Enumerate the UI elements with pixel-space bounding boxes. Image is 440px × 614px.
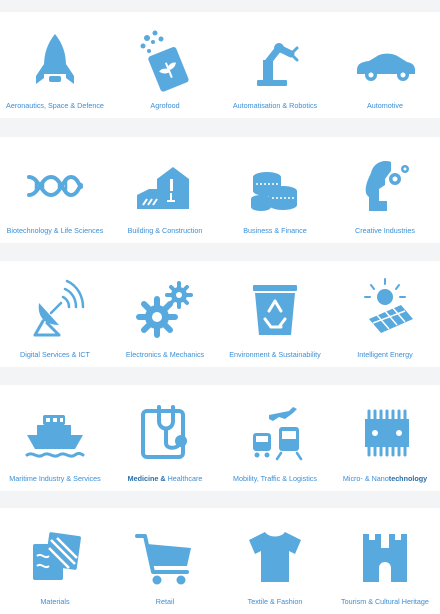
- sector-row-5: Materials Retail Textile & Fashion Touri…: [0, 508, 440, 614]
- rocket-icon: [36, 34, 74, 84]
- castle-icon: [363, 534, 407, 582]
- ship-icon: [25, 415, 85, 458]
- car-icon: [357, 53, 415, 81]
- head-gears-icon: [365, 161, 409, 211]
- sector-label: Creative Industries: [355, 226, 415, 235]
- sector-label: Micro- & Nanotechnology: [342, 474, 428, 483]
- dna-icon: [27, 175, 83, 197]
- sector-row-1: Aeronautics, Space & Defence Agrofood Au…: [0, 12, 440, 118]
- sector-label: Digital Services & ICT: [20, 350, 90, 359]
- solar-panel-icon: [364, 278, 413, 333]
- sector-grid: Aeronautics, Space & Defence Agrofood Au…: [0, 0, 440, 614]
- sector-tile-automotive[interactable]: Automotive: [330, 12, 440, 118]
- stethoscope-icon: [141, 405, 187, 459]
- plane-bus-train-icon: [253, 407, 303, 461]
- sector-tile-biotechnology[interactable]: Biotechnology & Life Sciences: [0, 137, 110, 243]
- tshirt-icon: [249, 532, 301, 582]
- sector-tile-retail[interactable]: Retail: [110, 508, 220, 614]
- sector-label: Business & Finance: [243, 226, 307, 235]
- sector-label: Automatisation & Robotics: [232, 101, 318, 110]
- sector-label: Aeronautics, Space & Defence: [6, 101, 104, 110]
- chip-icon: [365, 409, 409, 457]
- sector-label: Electronics & Mechanics: [125, 350, 205, 359]
- gears-icon: [136, 281, 193, 338]
- sector-label: Environment & Sustainability: [229, 350, 321, 359]
- sector-tile-textile[interactable]: Textile & Fashion: [220, 508, 330, 614]
- recycle-bin-icon: [253, 285, 297, 335]
- sector-tile-maritime[interactable]: Maritime Industry & Services: [0, 385, 110, 491]
- sector-label: Medicine & Healthcare: [127, 474, 203, 483]
- sector-label: Maritime Industry & Services: [9, 474, 101, 483]
- shopping-cart-icon: [135, 534, 191, 585]
- robot-arm-icon: [257, 43, 299, 86]
- sector-label: Textile & Fashion: [247, 597, 303, 606]
- sector-tile-materials[interactable]: Materials: [0, 508, 110, 614]
- satellite-dish-icon: [33, 279, 85, 337]
- sector-tile-nanotechnology[interactable]: Micro- & Nanotechnology: [330, 385, 440, 491]
- sector-tile-digital[interactable]: Digital Services & ICT: [0, 261, 110, 367]
- sector-tile-agrofood[interactable]: Agrofood: [110, 12, 220, 118]
- sector-tile-medicine[interactable]: Medicine & Healthcare: [110, 385, 220, 491]
- sector-tile-electronics[interactable]: Electronics & Mechanics: [110, 261, 220, 367]
- sector-label: Agrofood: [150, 101, 180, 110]
- sector-tile-building[interactable]: Building & Construction: [110, 137, 220, 243]
- sector-tile-environment[interactable]: Environment & Sustainability: [220, 261, 330, 367]
- sector-tile-tourism[interactable]: Tourism & Cultural Heritage: [330, 508, 440, 614]
- seed-bag-icon: [140, 30, 189, 92]
- sector-label: Mobility, Traffic & Logistics: [232, 474, 317, 483]
- sector-label: Building & Construction: [127, 226, 203, 235]
- sector-label: Tourism & Cultural Heritage: [341, 597, 429, 606]
- house-construction-icon: [137, 167, 189, 209]
- sector-tile-creative[interactable]: Creative Industries: [330, 137, 440, 243]
- sector-tile-energy[interactable]: Intelligent Energy: [330, 261, 440, 367]
- sector-label: Materials: [40, 597, 70, 606]
- sector-tile-aeronautics[interactable]: Aeronautics, Space & Defence: [0, 12, 110, 118]
- coin-stacks-icon: [251, 172, 297, 211]
- sector-label: Automotive: [367, 101, 403, 110]
- sector-label: Intelligent Energy: [357, 350, 413, 359]
- sector-label: Biotechnology & Life Sciences: [6, 226, 104, 235]
- sector-tile-business[interactable]: Business & Finance: [220, 137, 330, 243]
- sector-row-4: Maritime Industry & Services Medicine & …: [0, 385, 440, 491]
- sector-tile-mobility[interactable]: Mobility, Traffic & Logistics: [220, 385, 330, 491]
- sector-row-2: Biotechnology & Life Sciences Building &…: [0, 137, 440, 243]
- material-swatches-icon: [33, 532, 81, 580]
- sector-label: Retail: [155, 597, 175, 606]
- sector-tile-automatisation[interactable]: Automatisation & Robotics: [220, 12, 330, 118]
- sector-row-3: Digital Services & ICT Electronics & Mec…: [0, 261, 440, 367]
